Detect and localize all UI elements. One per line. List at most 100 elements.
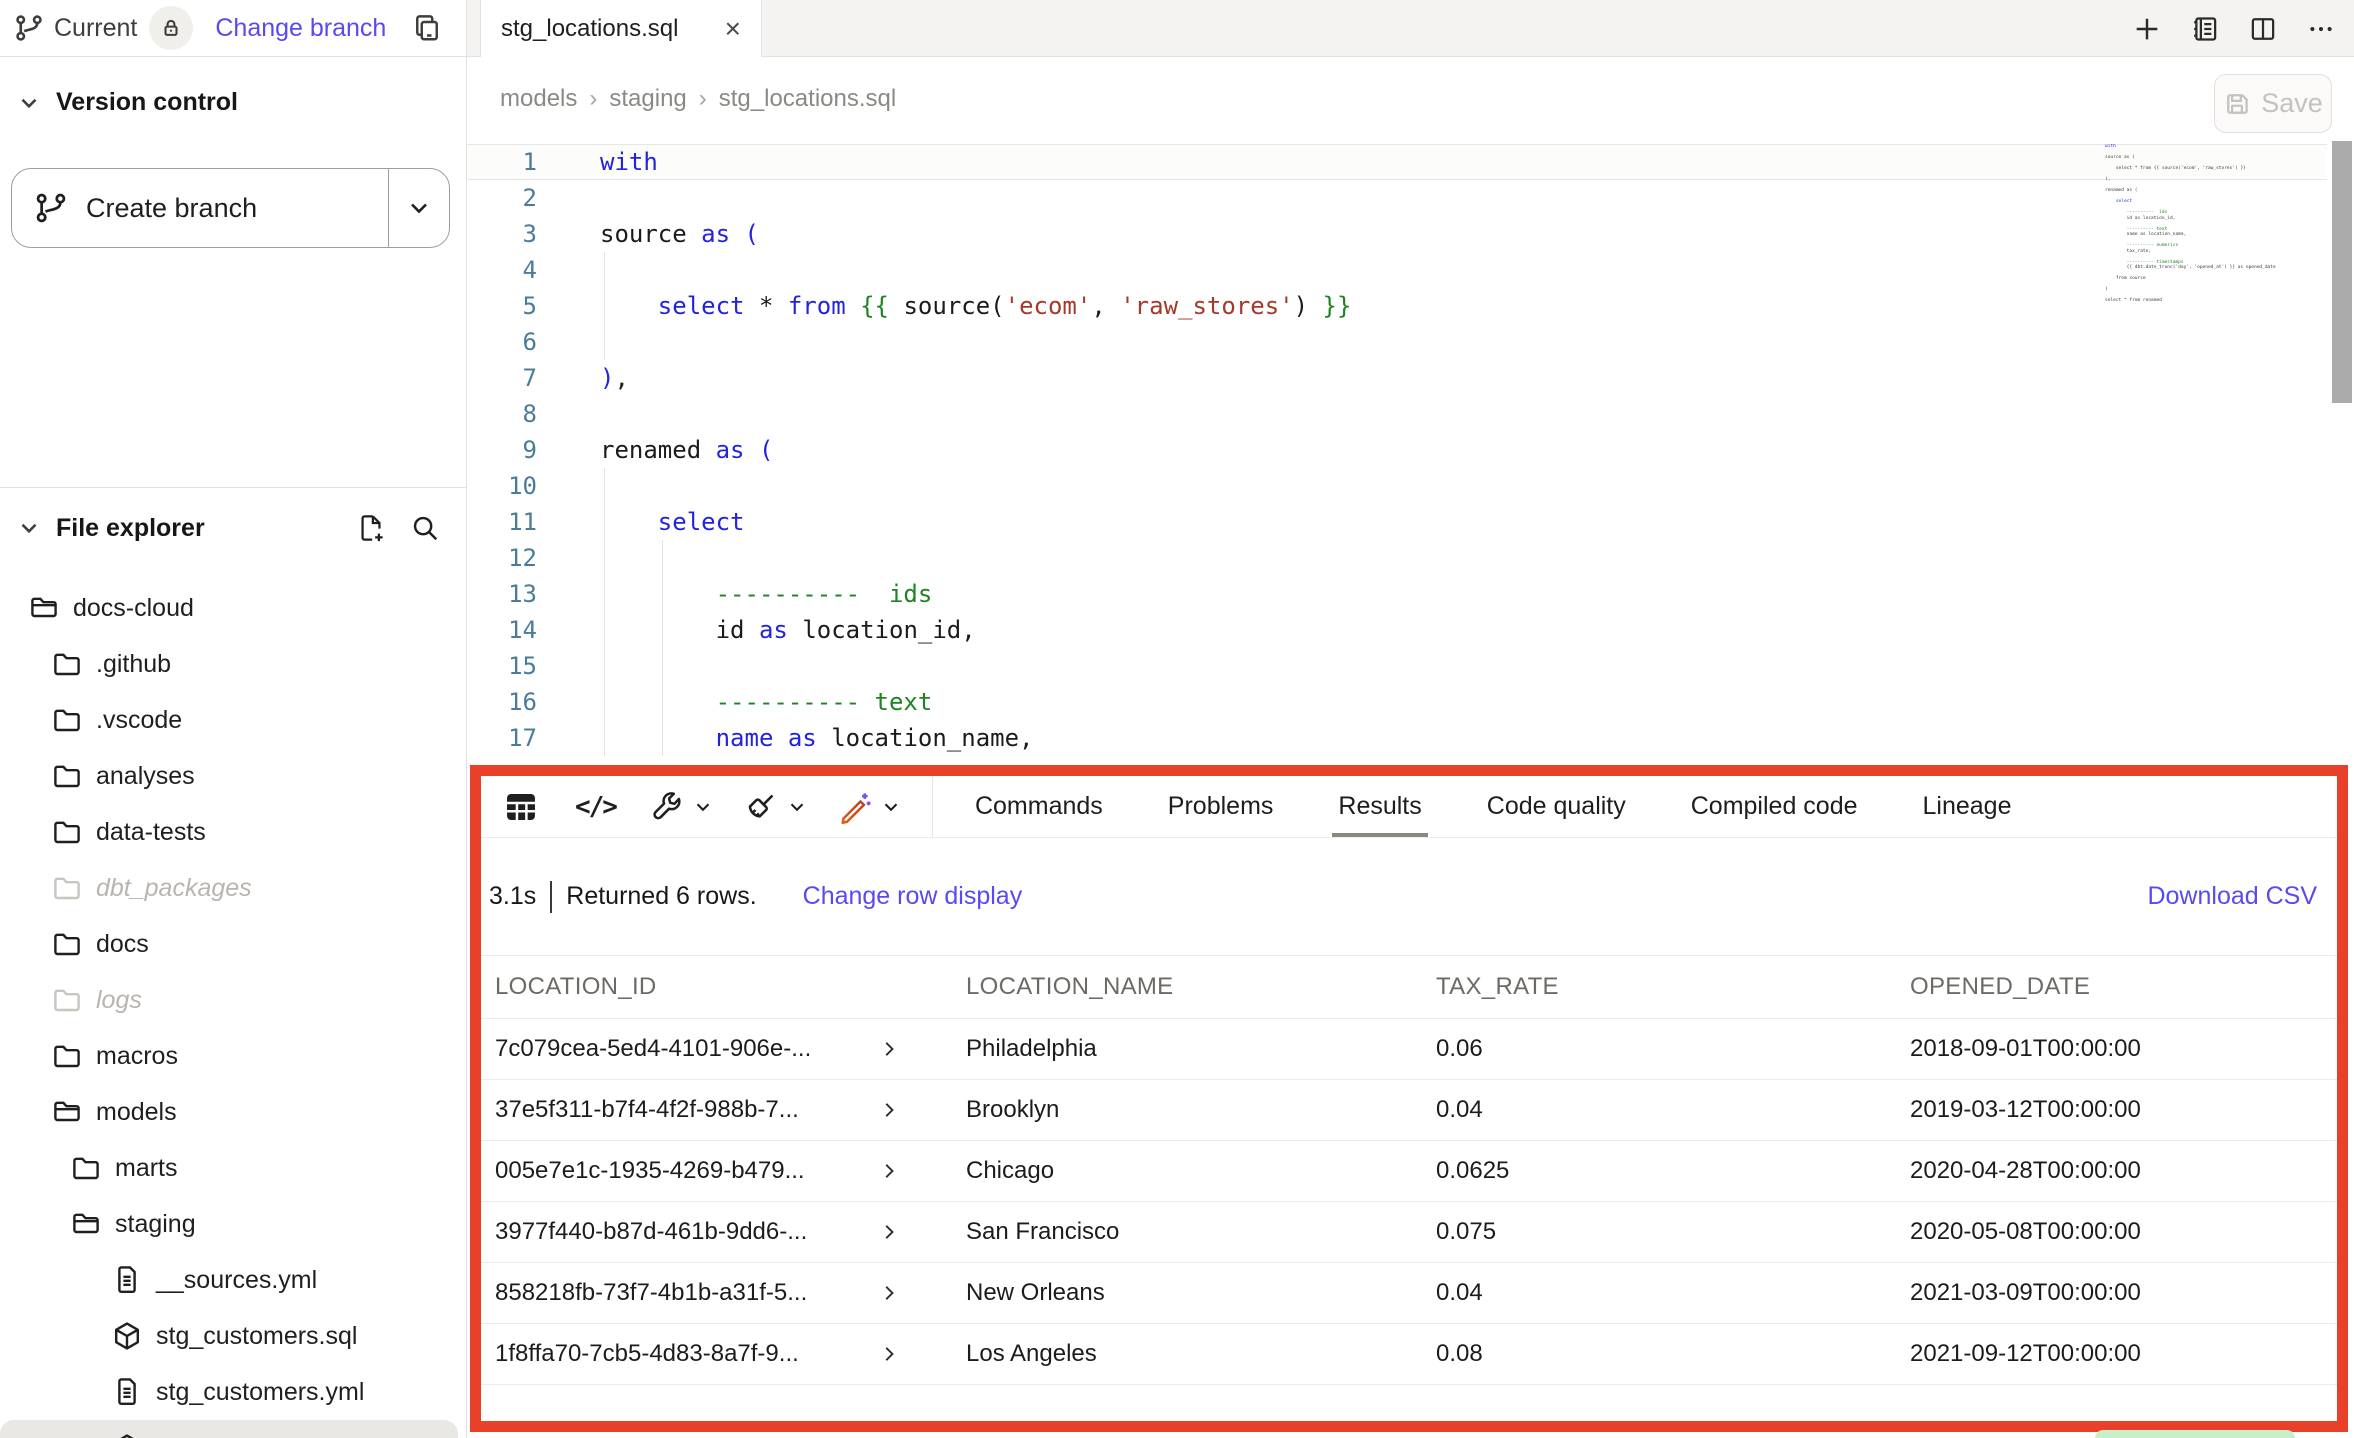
file-item-stg-locations-sql[interactable]: stg_locations.sql [0, 1420, 458, 1438]
file-item-logs[interactable]: logs [0, 972, 466, 1028]
search-icon[interactable] [410, 513, 440, 543]
chevron-down-icon[interactable] [692, 796, 714, 818]
ai-magic-pen-icon[interactable] [838, 790, 902, 824]
expand-row-chevron-icon[interactable] [878, 1221, 900, 1243]
file-item--github[interactable]: .github [0, 636, 466, 692]
cell-location_id: 858218fb-73f7-4b1b-a31f-5... [481, 1279, 952, 1307]
file-item-macros[interactable]: macros [0, 1028, 466, 1084]
create-branch-dropdown[interactable] [389, 194, 449, 222]
new-tab-icon[interactable] [2132, 14, 2162, 44]
compile-code-icon[interactable]: </> [575, 792, 616, 822]
results-table: LOCATION_IDLOCATION_NAMETAX_RATEOPENED_D… [481, 955, 2337, 1385]
version-control-header[interactable]: Version control [0, 88, 482, 117]
change-branch-link[interactable]: Change branch [215, 14, 386, 43]
toolbar-divider [932, 776, 933, 838]
folder-open-icon [70, 1208, 102, 1240]
cell-tax_rate: 0.04 [1422, 1279, 1896, 1307]
column-header-location_name: LOCATION_NAME [952, 973, 1422, 1001]
build-wrench-icon[interactable] [650, 790, 714, 824]
panel-tab-results[interactable]: Results [1338, 776, 1421, 837]
file-name: data-tests [96, 818, 206, 847]
split-editor-icon[interactable] [2248, 14, 2278, 44]
notebook-icon[interactable] [2190, 14, 2220, 44]
file-item-models[interactable]: models [0, 1084, 466, 1140]
line-number: 10 [467, 468, 537, 504]
code-line-16: 16 ---------- text [467, 684, 1351, 720]
file-explorer-header[interactable]: File explorer [0, 488, 466, 568]
expand-row-chevron-icon[interactable] [878, 1099, 900, 1121]
column-header-location_id: LOCATION_ID [481, 973, 952, 1001]
code-line-7: 7), [467, 360, 1351, 396]
table-row: 1f8ffa70-7cb5-4d83-8a7f-9...Los Angeles0… [481, 1324, 2337, 1385]
panel-tab-lineage[interactable]: Lineage [1923, 776, 2012, 837]
table-row: 858218fb-73f7-4b1b-a31f-5...New Orleans0… [481, 1263, 2337, 1324]
code-line-13: 13 ---------- ids [467, 576, 1351, 612]
file-item-analyses[interactable]: analyses [0, 748, 466, 804]
file-name: models [96, 1098, 177, 1127]
code-line-4: 4 [467, 252, 1351, 288]
file-tree: docs-cloud.github .vscode analyses data-tes… [0, 568, 466, 1438]
panel-tab-code-quality[interactable]: Code quality [1487, 776, 1626, 837]
cell-opened_date: 2018-09-01T00:00:00 [1896, 1035, 2337, 1063]
expand-row-chevron-icon[interactable] [878, 1282, 900, 1304]
expand-row-chevron-icon[interactable] [878, 1343, 900, 1365]
file-item-stg-customers-yml[interactable]: stg_customers.yml [0, 1364, 466, 1420]
file-name: .vscode [96, 706, 182, 735]
file-item-dbt-packages[interactable]: dbt_packages [0, 860, 466, 916]
results-panel: </> [470, 765, 2348, 1432]
file-name: analyses [96, 762, 195, 791]
change-row-display-link[interactable]: Change row display [803, 882, 1023, 911]
panel-tab-compiled-code[interactable]: Compiled code [1691, 776, 1858, 837]
file-item-data-tests[interactable]: data-tests [0, 804, 466, 860]
current-branch-label: Current [54, 14, 137, 43]
save-button[interactable]: Save [2214, 74, 2332, 133]
line-number: 3 [467, 216, 537, 252]
table-header-row: LOCATION_IDLOCATION_NAMETAX_RATEOPENED_D… [481, 955, 2337, 1019]
file-item-staging[interactable]: staging [0, 1196, 466, 1252]
file-name: stg_locations.sql [156, 1434, 341, 1438]
format-broom-icon[interactable] [744, 790, 808, 824]
column-header-opened_date: OPENED_DATE [1896, 973, 2337, 1001]
line-number: 4 [467, 252, 537, 288]
file-name: __sources.yml [156, 1266, 317, 1295]
panel-tab-problems[interactable]: Problems [1168, 776, 1274, 837]
git-branch-icon [34, 191, 68, 225]
new-file-icon[interactable] [356, 513, 386, 543]
folder-open-icon [28, 592, 60, 624]
code-editor[interactable]: 1with23source as (45 select * from {{ so… [467, 141, 2354, 765]
dbt-cloud-ide: Current Change branch Version control [0, 0, 2354, 1438]
copy-icon[interactable] [412, 13, 442, 43]
code-line-15: 15 [467, 648, 1351, 684]
code-line-9: 9renamed as ( [467, 432, 1351, 468]
line-number: 2 [467, 180, 537, 216]
create-branch-button[interactable]: Create branch [11, 168, 450, 248]
panel-tab-commands[interactable]: Commands [975, 776, 1103, 837]
chevron-down-icon [405, 194, 433, 222]
file-icon [111, 1376, 143, 1408]
minimap[interactable]: with source as ( select * from {{ source… [2105, 144, 2335, 316]
code-line-8: 8 [467, 396, 1351, 432]
file-explorer-title: File explorer [56, 514, 205, 543]
file-item-docs[interactable]: docs [0, 916, 466, 972]
panel-tabs: Commands Problems Results Code quality Compi… [975, 776, 2012, 837]
chevron-down-icon[interactable] [786, 796, 808, 818]
folder-icon [51, 872, 83, 904]
file-item-docs-cloud[interactable]: docs-cloud [0, 580, 466, 636]
more-options-icon[interactable] [2306, 14, 2336, 44]
editor-header: models›staging›stg_locations.sql Save [467, 57, 2354, 141]
line-number: 17 [467, 720, 537, 756]
chevron-down-icon[interactable] [880, 796, 902, 818]
expand-row-chevron-icon[interactable] [878, 1038, 900, 1060]
close-icon[interactable]: × [725, 15, 741, 43]
editor-scrollbar[interactable] [2332, 141, 2352, 403]
expand-row-chevron-icon[interactable] [878, 1160, 900, 1182]
download-csv-link[interactable]: Download CSV [2147, 882, 2317, 911]
file-item-stg-customers-sql[interactable]: stg_customers.sql [0, 1308, 466, 1364]
tab-stg-locations[interactable]: stg_locations.sql × [480, 0, 762, 58]
file-item-marts[interactable]: marts [0, 1140, 466, 1196]
file-item--sources-yml[interactable]: __sources.yml [0, 1252, 466, 1308]
file-item--vscode[interactable]: .vscode [0, 692, 466, 748]
preview-table-icon[interactable] [503, 789, 539, 825]
folder-icon [51, 704, 83, 736]
tab-title: stg_locations.sql [501, 15, 678, 43]
